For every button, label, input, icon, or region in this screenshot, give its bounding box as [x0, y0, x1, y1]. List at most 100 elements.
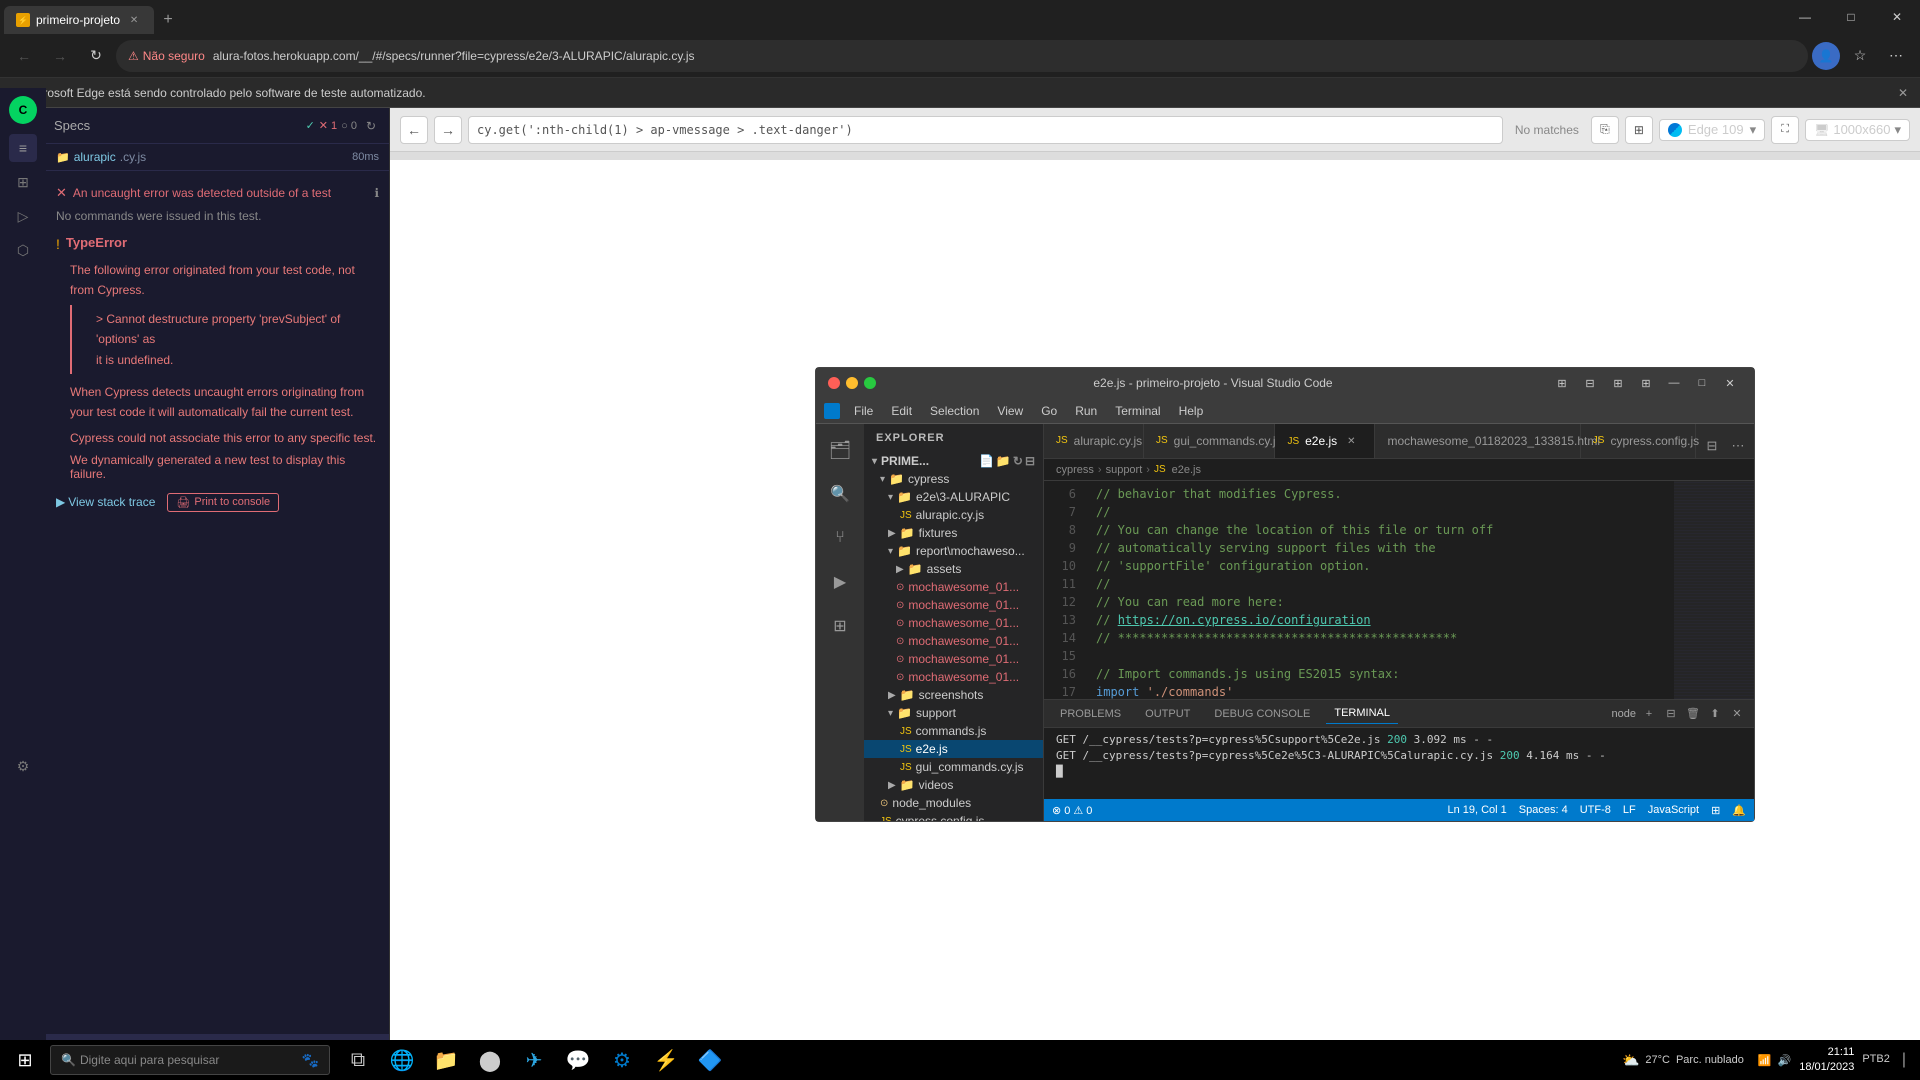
close-button[interactable]: ✕ [1874, 0, 1920, 34]
cypress-settings-icon[interactable]: ⚙ [9, 752, 37, 780]
more-actions-button[interactable]: ⋯ [1726, 434, 1750, 458]
menu-run[interactable]: Run [1067, 402, 1105, 420]
collapse-icon[interactable]: ⊟ [1025, 454, 1035, 468]
address-bar[interactable]: ⚠ Não seguro alura-fotos.herokuapp.com/_… [116, 40, 1808, 72]
back-button[interactable]: ← [8, 40, 40, 72]
tab-terminal[interactable]: TERMINAL [1326, 703, 1398, 724]
preview-forward-button[interactable]: → [434, 116, 462, 144]
tab-e2e-close[interactable]: ✕ [1347, 436, 1355, 447]
statusbar-encoding[interactable]: UTF-8 [1580, 804, 1611, 817]
tab-output[interactable]: OUTPUT [1137, 704, 1198, 724]
cypress-specs-icon[interactable]: ≡ [9, 134, 37, 162]
menu-help[interactable]: Help [1171, 402, 1212, 420]
infobar-close-button[interactable]: ✕ [1898, 86, 1908, 100]
taskbar-discord-icon[interactable]: 💬 [558, 1040, 598, 1080]
tab-debug-console[interactable]: DEBUG CONSOLE [1206, 704, 1318, 724]
taskbar-chrome-icon[interactable]: ⬤ [470, 1040, 510, 1080]
statusbar-line-col[interactable]: Ln 19, Col 1 [1447, 804, 1506, 817]
taskbar-vscode-icon[interactable]: ⚙ [602, 1040, 642, 1080]
new-folder-icon[interactable]: 📁 [996, 454, 1011, 468]
tab-close-button[interactable]: ✕ [126, 12, 142, 28]
vscode-maximize-button[interactable] [864, 377, 876, 389]
taskbar-search-bar[interactable]: 🔍 Digite aqui para pesquisar 🐾 [50, 1045, 330, 1075]
mochawesome-file-2[interactable]: ⊙ mochawesome_01... [864, 596, 1043, 614]
e2e-alurapic-folder[interactable]: ▾ 📁 e2e\3-ALURAPIC [864, 488, 1043, 506]
fixtures-folder[interactable]: ▶ 📁 fixtures [864, 524, 1043, 542]
assets-folder[interactable]: ▶ 📁 assets [864, 560, 1043, 578]
vscode-layout-icon-3[interactable]: ⊞ [1606, 371, 1630, 395]
code-content[interactable]: // behavior that modifies Cypress. // //… [1084, 481, 1674, 699]
tab-alurapic[interactable]: JS alurapic.cy.js [1044, 424, 1144, 458]
refresh-folder-icon[interactable]: ↻ [1013, 454, 1023, 468]
minimize-button[interactable]: — [1782, 0, 1828, 34]
cypress-logo[interactable]: C [9, 108, 37, 124]
menu-selection[interactable]: Selection [922, 402, 987, 420]
copy-selector-button[interactable]: ⎘ [1591, 116, 1619, 144]
scm-activity-icon[interactable]: ⑂ [822, 520, 858, 556]
project-folder[interactable]: ▾ PRIME... 📄 📁 ↻ ⊟ [864, 452, 1043, 470]
vscode-layout-icon-2[interactable]: ⊟ [1578, 371, 1602, 395]
extensions-activity-icon[interactable]: ⊞ [822, 608, 858, 644]
statusbar-format-icon[interactable]: ⊞ [1711, 804, 1720, 817]
statusbar-eol[interactable]: LF [1623, 804, 1636, 817]
e2e-js-file[interactable]: JS e2e.js [864, 740, 1043, 758]
node-modules-file[interactable]: ⊙ node_modules [864, 794, 1043, 812]
menu-file[interactable]: File [846, 402, 881, 420]
selector-options-button[interactable]: ⊞ [1625, 116, 1653, 144]
screenshots-folder[interactable]: ▶ 📁 screenshots [864, 686, 1043, 704]
tab-problems[interactable]: PROBLEMS [1052, 704, 1129, 724]
vscode-minimize-ctrl[interactable]: — [1662, 371, 1686, 395]
selector-bar[interactable]: cy.get(':nth-child(1) > ap-vmessage > .t… [468, 116, 1503, 144]
terminal-trash-button[interactable]: 🗑 [1684, 705, 1702, 723]
taskbar-telegram-icon[interactable]: ✈ [514, 1040, 554, 1080]
new-tab-button[interactable]: + [154, 6, 182, 34]
explorer-activity-icon[interactable]: 🗂 [822, 432, 858, 468]
split-editor-button[interactable]: ⊟ [1700, 434, 1724, 458]
spec-file-item[interactable]: 📁 alurapic .cy.js 80ms [46, 144, 389, 171]
statusbar-language[interactable]: JavaScript [1648, 804, 1699, 817]
gui-commands-file[interactable]: JS gui_commands.cy.js [864, 758, 1043, 776]
view-stack-button[interactable]: ▶ View stack trace [56, 495, 155, 509]
debug-activity-icon[interactable]: ▶ [822, 564, 858, 600]
fullscreen-button[interactable]: ⛶ [1771, 116, 1799, 144]
tab-mochawesome[interactable]: mochawesome_01182023_133815.html [1375, 424, 1580, 458]
taskbar-cypress-icon[interactable]: ⚡ [646, 1040, 686, 1080]
commands-js-file[interactable]: JS commands.js [864, 722, 1043, 740]
error-info-icon[interactable]: ℹ [374, 186, 379, 200]
mochawesome-file-5[interactable]: ⊙ mochawesome_01... [864, 650, 1043, 668]
cypress-run-icon[interactable]: ▷ [9, 202, 37, 230]
vscode-restore-ctrl[interactable]: □ [1690, 371, 1714, 395]
menu-edit[interactable]: Edit [883, 402, 920, 420]
profile-button[interactable]: 👤 [1812, 42, 1840, 70]
vscode-close-button[interactable] [828, 377, 840, 389]
cypress-config-file[interactable]: JS cypress.config.js [864, 812, 1043, 821]
preview-back-button[interactable]: ← [400, 116, 428, 144]
terminal-close-button[interactable]: ✕ [1728, 705, 1746, 723]
maximize-button[interactable]: □ [1828, 0, 1874, 34]
tab-cypress-config[interactable]: JS cypress.config.js [1581, 424, 1696, 458]
vscode-layout-icon-4[interactable]: ⊞ [1634, 371, 1658, 395]
start-button[interactable]: ⊞ [0, 1040, 50, 1080]
terminal-maximize-button[interactable]: ⬆ [1706, 705, 1724, 723]
statusbar-spaces[interactable]: Spaces: 4 [1519, 804, 1568, 817]
cypress-debug-icon[interactable]: ⬡ [9, 236, 37, 264]
search-activity-icon[interactable]: 🔍 [822, 476, 858, 512]
cypress-nav-icon[interactable]: ⊞ [9, 168, 37, 196]
system-clock[interactable]: 21:11 18/01/2023 [1799, 1045, 1854, 1076]
terminal-split-button[interactable]: ⊟ [1662, 705, 1680, 723]
browser-tab-active[interactable]: ⚡ primeiro-projeto ✕ [4, 6, 154, 34]
print-console-button[interactable]: 🖨 Print to console [167, 493, 279, 512]
taskbar-explorer-icon[interactable]: 📁 [426, 1040, 466, 1080]
statusbar-errors[interactable]: ⊗ 0 ⚠ 0 [1052, 804, 1092, 817]
menu-view[interactable]: View [989, 402, 1031, 420]
menu-go[interactable]: Go [1033, 402, 1065, 420]
mochawesome-file-1[interactable]: ⊙ mochawesome_01... [864, 578, 1043, 596]
videos-folder[interactable]: ▶ 📁 videos [864, 776, 1043, 794]
mochawesome-file-4[interactable]: ⊙ mochawesome_01... [864, 632, 1043, 650]
taskbar-widgets-icon[interactable]: ⧉ [338, 1040, 378, 1080]
taskbar-edge-icon[interactable]: 🌐 [382, 1040, 422, 1080]
vscode-close-ctrl[interactable]: ✕ [1718, 371, 1742, 395]
alurapic-cy-file[interactable]: JS alurapic.cy.js [864, 506, 1043, 524]
refresh-button[interactable]: ↻ [80, 40, 112, 72]
report-folder[interactable]: ▾ 📁 report\mochaweso... [864, 542, 1043, 560]
